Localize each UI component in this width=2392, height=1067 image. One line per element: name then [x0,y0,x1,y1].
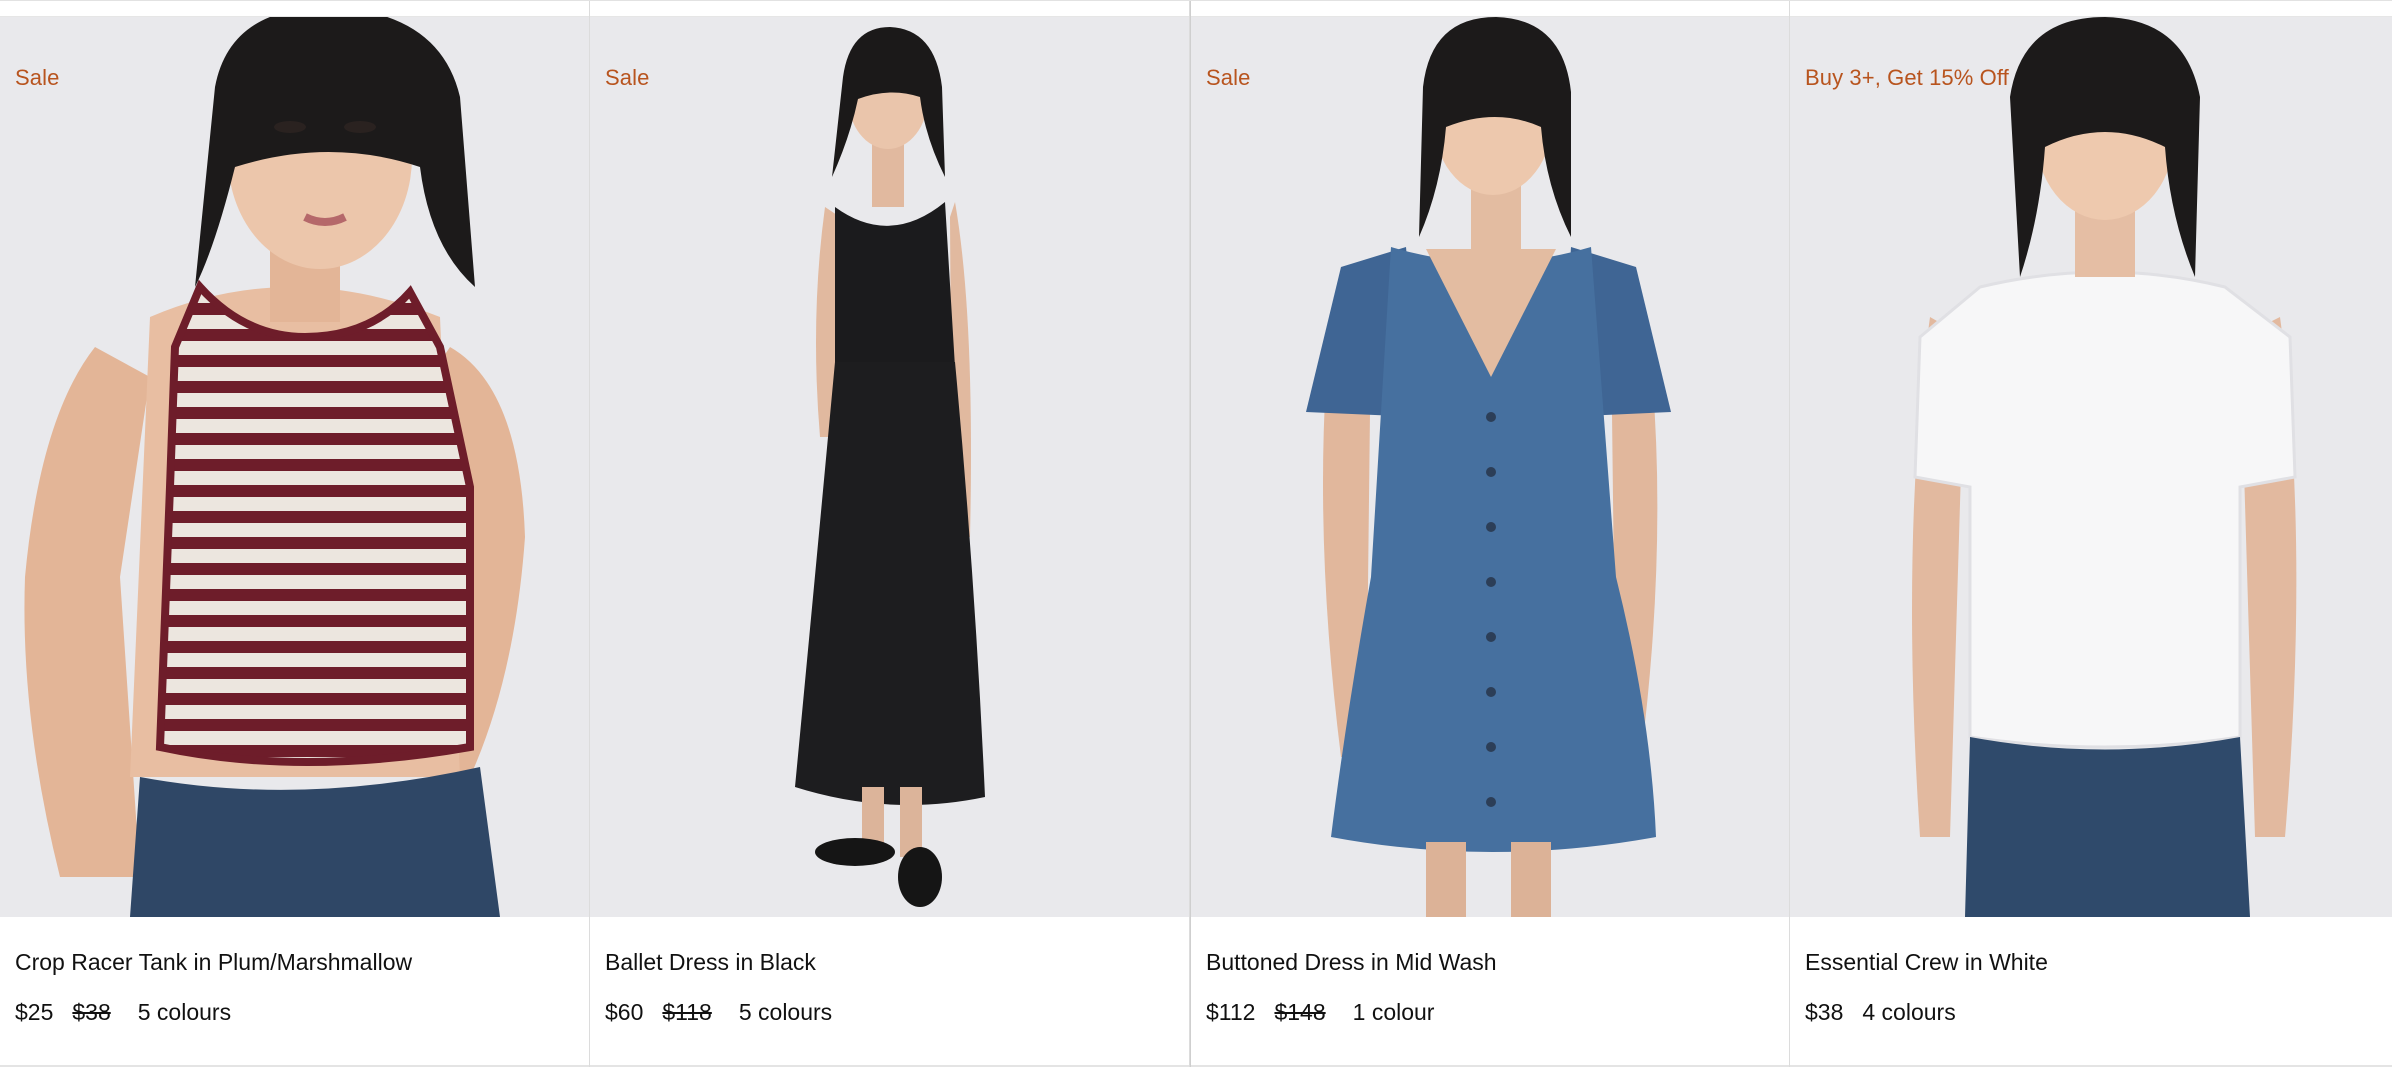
sale-badge: Sale [15,65,60,90]
product-card[interactable]: Buy 3+, Get 15% Off Essential Crew in Wh… [1790,1,2392,1067]
product-title[interactable]: Buttoned Dress in Mid Wash [1206,949,1497,976]
promo-badge: Buy 3+, Get 15% Off [1805,65,2009,90]
product-title[interactable]: Essential Crew in White [1805,949,2048,976]
product-info: Essential Crew in White $38 4 colours [1790,917,2392,1067]
product-info: Crop Racer Tank in Plum/Marshmallow $25 … [0,917,589,1067]
product-image[interactable]: Sale [0,17,589,917]
product-image[interactable]: Sale [590,17,1189,917]
product-meta: $38 4 colours [1805,999,1956,1026]
product-title[interactable]: Crop Racer Tank in Plum/Marshmallow [15,949,412,976]
card-top-strip [1790,1,2392,17]
product-card[interactable]: Sale Buttoned Dress in Mid Wash $112 $14… [1190,1,1790,1067]
model-photo [795,27,985,907]
product-info: Ballet Dress in Black $60 $118 5 colours [590,917,1189,1067]
card-top-strip [1191,1,1789,17]
sale-price: $60 [605,999,644,1025]
colour-count[interactable]: 5 colours [739,999,832,1026]
product-info: Buttoned Dress in Mid Wash $112 $148 1 c… [1191,917,1789,1067]
product-grid: Sale Crop Racer Tank in Plum/Marshmallow… [0,0,2392,1067]
sale-price: $25 [15,999,54,1025]
sale-badge: Sale [1206,65,1251,90]
product-image[interactable]: Buy 3+, Get 15% Off [1790,17,2392,917]
sale-badge: Sale [605,65,650,90]
model-photo [1912,17,2297,917]
product-card[interactable]: Sale Crop Racer Tank in Plum/Marshmallow… [0,1,590,1067]
model-photo [1306,17,1671,917]
colour-count[interactable]: 4 colours [1862,999,1955,1026]
colour-count[interactable]: 5 colours [138,999,231,1026]
product-card[interactable]: Sale Ballet Dress in Black $60 $118 5 co… [590,1,1190,1067]
card-top-strip [0,1,589,17]
original-price: $148 [1274,999,1326,1025]
product-title[interactable]: Ballet Dress in Black [605,949,816,976]
product-image[interactable]: Sale [1191,17,1789,917]
price: $38 [1805,999,1844,1025]
colour-count[interactable]: 1 colour [1353,999,1435,1026]
original-price: $38 [72,999,111,1025]
model-photo [24,17,525,917]
product-meta: $25 $38 5 colours [15,999,231,1026]
original-price: $118 [662,999,712,1025]
product-meta: $60 $118 5 colours [605,999,832,1026]
sale-price: $112 [1206,999,1256,1025]
product-meta: $112 $148 1 colour [1206,999,1434,1026]
card-top-strip [590,1,1189,17]
